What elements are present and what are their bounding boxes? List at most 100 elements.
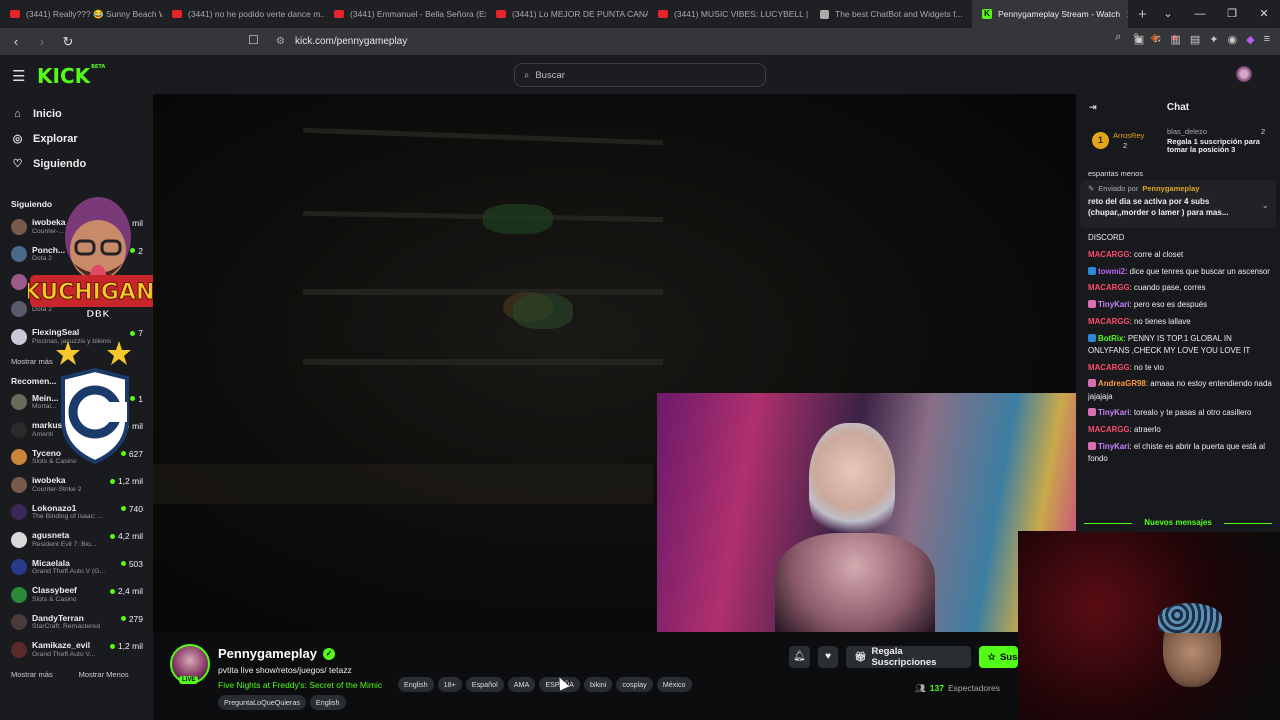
browser-tab[interactable]: K Pennygameplay Stream - Watch ✕ [972, 0, 1128, 28]
chat-username[interactable]: TinyKari [1098, 300, 1129, 309]
pinned-user[interactable]: Pennygameplay [1142, 184, 1199, 193]
stream-tag[interactable]: bikini [583, 677, 613, 692]
stream-tag[interactable]: English [309, 695, 346, 710]
sidebar-nav-siguiendo[interactable]: ♡ Siguiendo [0, 151, 153, 176]
browser-tab-label: (3441) Really??? 😂 Sunny Beach W... [26, 8, 162, 19]
home-icon: ⌂ [14, 107, 21, 120]
stream-tag[interactable]: México [656, 677, 692, 692]
channel-avatar [11, 641, 27, 658]
channel-name: DandyTerran [32, 613, 84, 623]
chat-username[interactable]: TinyKari [1098, 442, 1129, 451]
show-more-recommended-link[interactable]: Mostrar más [11, 670, 53, 679]
badge-icon [1088, 266, 1096, 275]
channel-name[interactable]: Pennygameplay ✓ [218, 646, 335, 661]
channel-viewers: 2,4 mil [109, 586, 143, 596]
sidebar-icon[interactable]: ▥ [1170, 33, 1180, 46]
reload-icon[interactable]: ↻ [58, 34, 78, 50]
tag-list: English 18+ Español AMA ESPAÑA bikini cosplay M… [398, 677, 692, 692]
forward-icon[interactable]: › [32, 34, 52, 49]
new-messages-divider[interactable]: Nuevos mensajes [1084, 518, 1272, 527]
maximize-button[interactable]: ❐ [1216, 0, 1248, 28]
browser-tab[interactable]: (3441) Lo MEJOR DE PUNTA CANA | [486, 0, 648, 28]
sidebar-channel[interactable]: Kamikaze_evil Grand Theft Auto V... 1,2 mi… [0, 636, 153, 664]
sidebar-channel[interactable]: agusneta Resident Evil 7: Bio... 4,2 mil [0, 526, 153, 554]
sidebar-nav-inicio[interactable]: ⌂ Inicio [0, 101, 153, 126]
music-icon[interactable]: ♫ [1153, 33, 1161, 46]
close-tab-icon[interactable]: ✕ [1126, 8, 1128, 21]
leader-user-1[interactable]: ArrosRey [1113, 131, 1144, 140]
channel-game: Resident Evil 7: Bio... [32, 540, 97, 548]
browser-tab[interactable]: The best ChatBot and Widgets f... [810, 0, 972, 28]
browser-tab[interactable]: (3441) Emmanuel - Bella Señora (Ext... [324, 0, 486, 28]
user-avatar[interactable] [1236, 66, 1252, 82]
collapse-chat-icon[interactable]: ⇥ [1089, 102, 1097, 113]
chat-username[interactable]: TinyKari [1098, 408, 1129, 417]
sidebar-channel[interactable]: Micaelala Grand Theft Auto V (G... 503 [0, 554, 153, 582]
channel-viewers: 740 [120, 504, 143, 514]
minimize-button[interactable]: — [1184, 0, 1216, 28]
sidebar-channel[interactable]: iwobeka Counter-Strike 2 1,2 mil [0, 471, 153, 499]
wallet-icon[interactable]: ▤ [1190, 33, 1200, 46]
sidebar-channel[interactable]: Classybeef Slots & Casino 2,4 mil [0, 581, 153, 609]
leo-icon[interactable]: ◆ [1246, 33, 1254, 46]
back-icon[interactable]: ‹ [6, 34, 26, 49]
gift-subs-button[interactable]: 🎁︎ Regala Suscripciones [846, 646, 972, 668]
pinned-message[interactable]: ✎ Enviado por Pennygameplay reto del dia… [1080, 180, 1276, 228]
chat-username[interactable]: MACARGG [1088, 317, 1130, 326]
viewer-count-text: 279 [128, 613, 143, 624]
new-tab-button[interactable]: + [1138, 6, 1147, 23]
stream-tag[interactable]: English [398, 677, 434, 692]
chat-partial-message: espantas menos [1088, 169, 1144, 178]
browser-tab[interactable]: (3441) no he podido verte dance m... [162, 0, 324, 28]
stream-tag[interactable]: PreguntaLoQueQuieras [218, 695, 306, 710]
zoom-icon[interactable]: ⌕ [1115, 31, 1121, 44]
screenshot-icon[interactable]: ▣ [1134, 33, 1144, 46]
follow-heart-icon[interactable]: ♥ [817, 646, 839, 668]
compass-icon: ◎ [12, 133, 23, 145]
chat-message: MACARGG: no te vio [1088, 362, 1274, 374]
extensions-icon[interactable]: ✦ [1209, 33, 1218, 46]
gift-prompt[interactable]: Regala 1 suscripción para tomar la posic… [1167, 137, 1279, 155]
chat-username[interactable]: MACARGG [1088, 283, 1130, 292]
menu-toggle-icon[interactable]: ☰ [12, 67, 25, 85]
subscribe-button[interactable]: ☆Suscribirse [979, 646, 1018, 668]
chat-username[interactable]: MACARGG [1088, 363, 1130, 372]
bookmark-icon[interactable]: ☐ [248, 33, 259, 47]
chat-username[interactable]: BotRix [1098, 334, 1123, 343]
chat-username[interactable]: MACARGG [1088, 425, 1130, 434]
notifications-bell-icon[interactable]: 🔔︎ [789, 646, 810, 668]
browser-tab[interactable]: (3441) MUSIC VIBES: LUCYBELL | by... [648, 0, 810, 28]
chat-username[interactable]: MACARGG [1088, 250, 1130, 259]
sidebar-nav-explorar[interactable]: ◎ Explorar [0, 126, 153, 151]
chat-message: BotRix: PENNY IS TOP.1 GLOBAL IN ONLYFAN… [1088, 333, 1274, 358]
search-input[interactable]: ⌕ Buscar [514, 63, 766, 87]
close-window-button[interactable]: ✕ [1248, 0, 1280, 28]
browser-tab[interactable]: (3441) Really??? 😂 Sunny Beach W... [0, 0, 162, 28]
stream-info: LIVE Pennygameplay ✓ pvtita live show/ret… [153, 632, 1018, 720]
url-field[interactable]: ⚙ kick.com/pennygameplay [268, 31, 988, 52]
stream-tag[interactable]: AMA [507, 677, 536, 692]
browser-tab-label: (3441) MUSIC VIBES: LUCYBELL | by... [674, 9, 810, 19]
stream-tag[interactable]: Español [465, 677, 504, 692]
game-link[interactable]: Five Nights at Freddy's: Secret of the M… [218, 680, 382, 690]
sidebar-channel[interactable]: DandyTerran StarCraft: Remastered 279 [0, 609, 153, 637]
live-dot-icon [109, 533, 115, 539]
stream-actions: 🔔︎ ♥ 🎁︎ Regala Suscripciones ☆Suscribirse [789, 646, 1018, 668]
sidebar-channel[interactable]: Lokonazo1 The Binding of Isaac: ... 740 [0, 499, 153, 527]
stream-tag[interactable]: cosplay [616, 677, 653, 692]
show-more-following-link[interactable]: Mostrar más [11, 357, 53, 366]
pin-icon: ✎ [1088, 184, 1095, 193]
vpn-icon[interactable]: ◉ [1228, 33, 1238, 46]
channel-viewers: 1,2 mil [109, 641, 143, 651]
chat-username[interactable]: AndreaGR98 [1098, 379, 1146, 388]
leader-user-2[interactable]: blas_delezo [1167, 127, 1207, 136]
show-less-recommended-link[interactable]: Mostrar Menos [79, 670, 129, 679]
chat-username[interactable]: towmi2 [1098, 267, 1125, 276]
site-info-icon[interactable]: ⚙ [276, 36, 285, 47]
tab-search-icon[interactable]: ⌄ [1152, 0, 1184, 28]
menu-icon[interactable]: ≡ [1264, 33, 1270, 46]
overlay-brand-line2: DBK [86, 309, 111, 320]
expand-pinned-icon[interactable]: ⌄ [1261, 200, 1269, 211]
kick-logo[interactable]: KICKBETA [37, 64, 105, 88]
stream-tag[interactable]: 18+ [437, 677, 462, 692]
